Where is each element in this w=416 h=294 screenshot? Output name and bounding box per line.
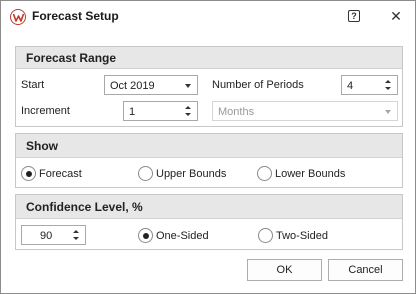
ok-button[interactable]: OK [247,259,322,281]
increment-spinner[interactable]: 1 [123,101,198,121]
lower-bounds-radio[interactable]: Lower Bounds [257,165,357,183]
number-of-periods-spinner[interactable]: 4 [341,75,398,95]
chevron-down-icon [385,110,391,114]
radio-unchecked-icon [257,166,272,181]
show-header: Show [16,134,402,158]
radio-checked-icon [138,228,153,243]
spin-up-icon[interactable] [385,80,391,83]
forecast-range-group: Forecast Range Start Oct 2019 Number of … [15,46,403,127]
spin-down-icon[interactable] [185,113,191,116]
increment-value: 1 [129,106,136,118]
spin-down-icon[interactable] [73,237,79,240]
window-title: Forecast Setup [32,9,119,23]
forecast-setup-dialog: Forecast Setup ? ✕ Forecast Range Start … [0,0,416,294]
show-group: Show Forecast Upper Bounds Lower Bounds [15,133,403,188]
number-of-periods-label: Number of Periods [212,79,304,91]
increment-unit-value: Months [218,106,255,118]
forecast-radio-label: Forecast [39,168,82,180]
upper-bounds-radio-label: Upper Bounds [156,168,227,180]
radio-unchecked-icon [138,166,153,181]
spin-down-icon[interactable] [385,87,391,90]
confidence-level-spinner[interactable]: 90 [21,225,86,245]
start-date-value: Oct 2019 [110,80,155,92]
increment-label: Increment [21,105,70,117]
confidence-level-header: Confidence Level, % [16,195,402,219]
close-icon[interactable]: ✕ [389,6,403,26]
two-sided-radio-label: Two-Sided [276,230,328,242]
spin-up-icon[interactable] [73,230,79,233]
two-sided-radio[interactable]: Two-Sided [258,227,348,245]
forecast-radio[interactable]: Forecast [21,165,111,183]
one-sided-radio[interactable]: One-Sided [138,227,228,245]
radio-unchecked-icon [258,228,273,243]
confidence-level-value: 90 [40,230,53,242]
confidence-level-group: Confidence Level, % 90 One-Sided Two-Sid… [15,194,403,250]
chevron-down-icon [185,84,191,88]
number-of-periods-value: 4 [347,80,354,92]
title-bar: Forecast Setup ? ✕ [1,1,415,33]
radio-checked-icon [21,166,36,181]
cancel-button[interactable]: Cancel [328,259,403,281]
lower-bounds-radio-label: Lower Bounds [275,168,346,180]
one-sided-radio-label: One-Sided [156,230,209,242]
increment-unit-dropdown: Months [212,101,398,121]
forecast-range-header: Forecast Range [16,47,402,69]
help-icon[interactable]: ? [348,10,360,22]
weibull-logo-icon [10,9,26,25]
spin-up-icon[interactable] [185,106,191,109]
start-date-dropdown[interactable]: Oct 2019 [104,75,198,95]
start-label: Start [21,79,45,91]
upper-bounds-radio[interactable]: Upper Bounds [138,165,238,183]
